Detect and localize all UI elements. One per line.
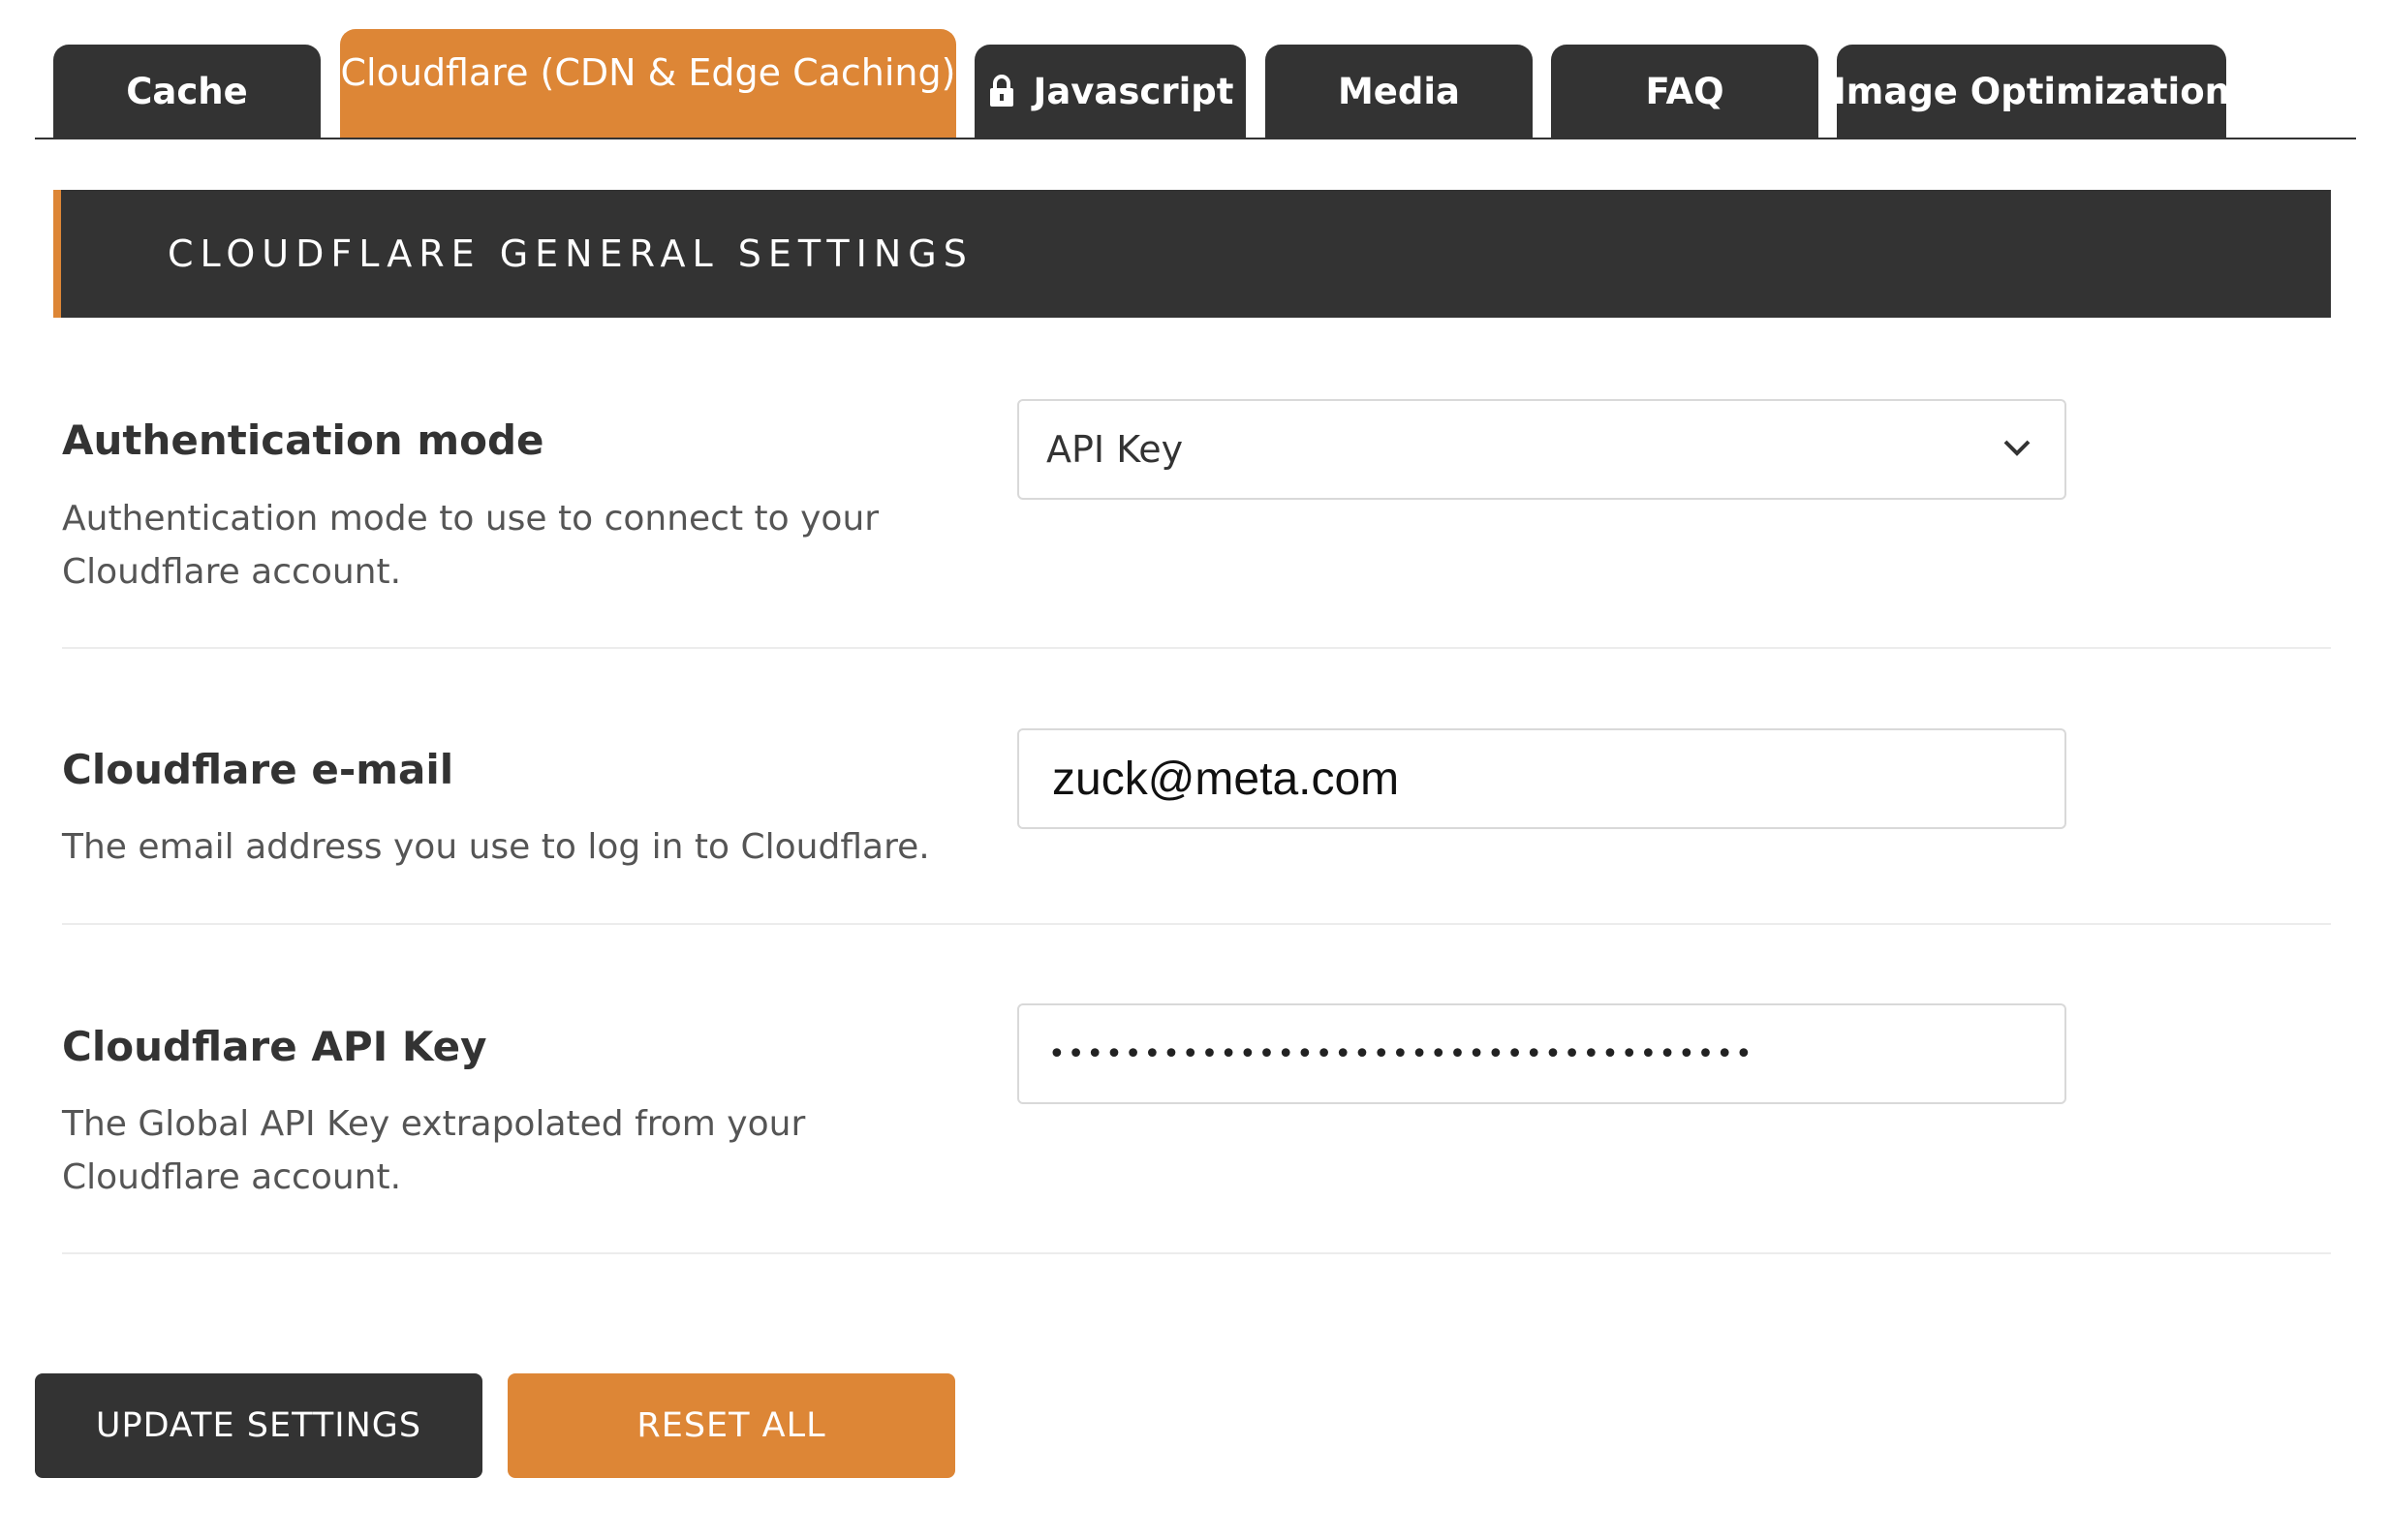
email-label: Cloudflare e-mail bbox=[62, 746, 454, 793]
tab-cloudflare[interactable]: Cloudflare (CDN & Edge Caching) bbox=[340, 29, 956, 138]
row-divider bbox=[62, 923, 2331, 925]
auth-mode-selected: API Key bbox=[1046, 428, 1184, 471]
section-title: CLOUDFLARE GENERAL SETTINGS bbox=[168, 232, 974, 275]
auth-mode-description: Authentication mode to use to connect to… bbox=[62, 499, 880, 592]
tab-cache[interactable]: Cache bbox=[53, 45, 321, 138]
chevron-down-icon bbox=[2003, 440, 2031, 456]
api-key-label: Cloudflare API Key bbox=[62, 1023, 487, 1070]
tab-image-optimization[interactable]: Image Optimization bbox=[1833, 45, 2230, 138]
tab-underline bbox=[35, 138, 2356, 139]
tab-label: Javascript bbox=[1033, 70, 1234, 112]
row-divider bbox=[62, 647, 2331, 649]
update-settings-label: UPDATE SETTINGS bbox=[95, 1406, 422, 1445]
tab-label: Image Optimization bbox=[1833, 70, 2230, 112]
update-settings-button[interactable]: UPDATE SETTINGS bbox=[35, 1373, 482, 1478]
tab-faq[interactable]: FAQ bbox=[1551, 45, 1818, 138]
api-key-masked-value: ••••••••••••••••••••••••••••••••••••• bbox=[1048, 1036, 1754, 1071]
tab-label: Cloudflare (CDN & Edge Caching) bbox=[340, 51, 956, 94]
api-key-description: The Global API Key extrapolated from you… bbox=[62, 1104, 806, 1197]
email-description: The email address you use to log in to C… bbox=[62, 827, 930, 867]
section-header: CLOUDFLARE GENERAL SETTINGS bbox=[53, 190, 2331, 318]
tab-label: FAQ bbox=[1645, 70, 1724, 112]
tab-media[interactable]: Media bbox=[1265, 45, 1533, 138]
lock-icon bbox=[989, 75, 1013, 107]
tab-label: Cache bbox=[126, 70, 248, 112]
email-field[interactable]: zuck@meta.com bbox=[1017, 728, 2066, 829]
api-key-field[interactable]: ••••••••••••••••••••••••••••••••••••• bbox=[1017, 1003, 2066, 1104]
row-divider bbox=[62, 1252, 2331, 1254]
auth-mode-label: Authentication mode bbox=[62, 416, 544, 464]
email-value: zuck@meta.com bbox=[1052, 753, 1400, 805]
tab-label: Media bbox=[1337, 70, 1461, 112]
auth-mode-select[interactable]: API Key bbox=[1017, 399, 2066, 500]
tab-javascript[interactable]: Javascript bbox=[975, 45, 1246, 138]
reset-all-label: RESET ALL bbox=[636, 1406, 826, 1445]
reset-all-button[interactable]: RESET ALL bbox=[508, 1373, 955, 1478]
